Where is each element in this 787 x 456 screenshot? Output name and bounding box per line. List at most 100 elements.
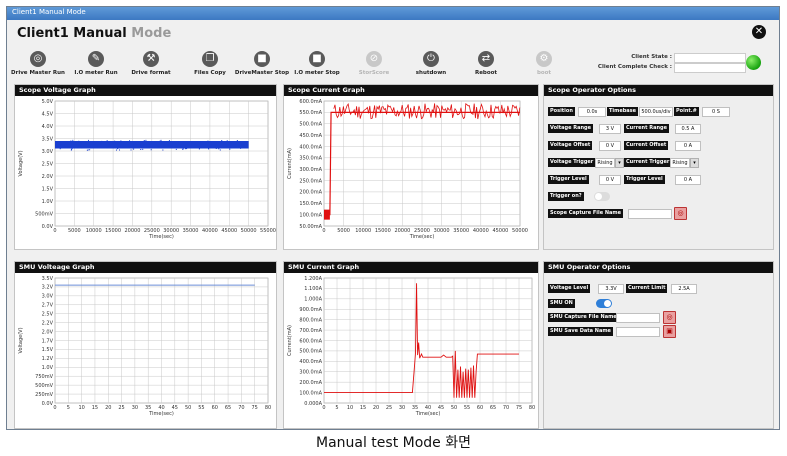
toolbar-button-files-copy[interactable]: ❐ Files Copy: [183, 49, 237, 83]
trigger-on-toggle[interactable]: [594, 192, 610, 201]
save-icon[interactable]: ▣: [663, 325, 676, 338]
y-tick-label: 5.0V: [42, 99, 54, 105]
voltage-point: [168, 140, 170, 142]
x-tick-label: 60: [212, 405, 218, 411]
toolbar-button-boot[interactable]: ⚙ boot: [517, 49, 571, 83]
chevron-down-icon[interactable]: ▾: [615, 158, 624, 168]
voltage-level-field[interactable]: 3.3V: [598, 284, 624, 294]
smu-current-chart: 1.200A 1.100A 1.000A 900.0mA 800.0mA 700.0mA 6…: [287, 276, 535, 417]
voltage-point: [151, 142, 153, 144]
x-tick-label: 15: [360, 405, 366, 411]
y-tick-label: 200.0mA: [299, 380, 322, 386]
voltage-point: [71, 149, 73, 151]
voltage-point: [140, 145, 142, 147]
smu-voltage-chart: 3.5V 3.2V 3.0V 2.7V 2.5V 2.2V 2.0V 1.7V 1.5V 1.2V…: [18, 276, 271, 417]
smu-save-field[interactable]: [616, 327, 660, 337]
camera-icon[interactable]: ◎: [663, 311, 676, 324]
voltage-point: [191, 142, 193, 144]
position-label: Position: [548, 107, 575, 116]
chevron-down-icon[interactable]: ▾: [690, 158, 699, 168]
voltage-point: [108, 143, 110, 145]
trigger-level-2-field[interactable]: 0 A: [675, 175, 701, 185]
voltage-band: [55, 141, 249, 149]
toolbar-button-i-o-meter-stop[interactable]: ■ I.O meter Stop: [290, 49, 344, 83]
voltage-point: [129, 140, 131, 142]
voltage-point: [69, 140, 71, 142]
pencil-icon: ✎: [88, 51, 104, 67]
toolbar-button-shutdown[interactable]: ⏻ shutdown: [404, 49, 458, 83]
client-state-field[interactable]: [674, 53, 746, 63]
voltage-point: [99, 141, 101, 143]
voltage-point: [130, 149, 132, 151]
toolbar-button-drivemaster-stop[interactable]: ■ DriveMaster Stop: [235, 49, 289, 83]
toolbar-button-reboot[interactable]: ⇄ Reboot: [459, 49, 513, 83]
current-range-field[interactable]: 0.5 A: [675, 124, 701, 134]
y-tick-label: 1.2V: [42, 356, 54, 362]
voltage-range-label: Voltage Range: [548, 124, 593, 133]
voltage-point: [140, 144, 142, 146]
voltage-point: [132, 144, 134, 146]
y-tick-label: 0.000A: [304, 401, 322, 407]
voltage-point: [119, 146, 121, 148]
position-field[interactable]: 0.0s: [578, 107, 606, 117]
y-tick-label: 400.0mA: [299, 359, 322, 365]
voltage-range-field[interactable]: 3 V: [599, 124, 621, 134]
toolbar-button-drive-master-run[interactable]: ◎ Drive Master Run: [11, 49, 65, 83]
x-tick-label: 20000: [394, 228, 410, 234]
scope-capture-field[interactable]: [628, 209, 672, 219]
voltage-offset-field[interactable]: 0 V: [599, 141, 621, 151]
voltage-point: [79, 142, 81, 144]
voltage-point: [152, 145, 154, 147]
voltage-point: [141, 147, 143, 149]
y-tick-label: 500.0mA: [299, 122, 322, 128]
x-tick-label: 65: [225, 405, 231, 411]
current-limit-field[interactable]: 2.5A: [671, 284, 697, 294]
y-tick-label: 0.0V: [42, 401, 54, 407]
voltage-point: [171, 145, 173, 147]
client-complete-label: Client Complete Check :: [597, 64, 672, 70]
voltage-point: [160, 139, 162, 141]
voltage-point: [207, 140, 209, 142]
voltage-point: [193, 143, 195, 145]
y-tick-label: 1.200A: [304, 276, 322, 282]
voltage-point: [218, 148, 220, 150]
client-complete-field[interactable]: [674, 63, 746, 73]
smu-on-label: SMU ON: [548, 299, 575, 308]
smu-on-toggle[interactable]: [596, 299, 612, 308]
voltage-trigger-select[interactable]: Rising: [595, 158, 615, 168]
y-tick-label: 400.0mA: [299, 144, 322, 150]
scope-options-title: Scope Operator Options: [544, 85, 773, 96]
smu-capture-field[interactable]: [616, 313, 660, 323]
voltage-point: [182, 141, 184, 143]
smu-voltage-title: SMU Volteage Graph: [15, 262, 276, 273]
voltage-point: [239, 146, 241, 148]
voltage-point: [56, 146, 58, 148]
voltage-point: [210, 145, 212, 147]
camera-icon[interactable]: ◎: [674, 207, 687, 220]
toolbar-button-i-o-meter-run[interactable]: ✎ I.O meter Run: [69, 49, 123, 83]
voltage-level-label: Voltage Level: [548, 284, 591, 293]
x-tick-label: 15000: [105, 228, 121, 234]
voltage-point: [177, 141, 179, 143]
x-tick-label: 45000: [492, 228, 508, 234]
current-trigger-select[interactable]: Rising: [670, 158, 690, 168]
voltage-point: [91, 146, 93, 148]
voltage-trigger-label: Voltage Trigger: [548, 158, 596, 167]
current-offset-field[interactable]: 0 A: [675, 141, 701, 151]
voltage-point: [133, 148, 135, 150]
y-tick-label: 4.5V: [42, 111, 54, 117]
voltage-point: [226, 140, 228, 142]
point-field[interactable]: 0 S: [702, 107, 730, 117]
voltage-point: [198, 148, 200, 150]
timebase-field[interactable]: 500.0us/div: [639, 107, 673, 117]
toolbar-button-drive-format[interactable]: ⚒ Drive format: [124, 49, 178, 83]
smu-options-title: SMU Operator Options: [544, 262, 773, 273]
voltage-point: [150, 149, 152, 151]
y-tick-label: 600.0mA: [299, 99, 322, 105]
close-icon[interactable]: ✕: [752, 25, 766, 39]
voltage-point: [99, 143, 101, 145]
voltage-point: [151, 147, 153, 149]
toolbar-button-storscore[interactable]: ⊘ StorScore: [347, 49, 401, 83]
trigger-level-field[interactable]: 0 V: [599, 175, 621, 185]
x-tick-label: 25: [386, 405, 392, 411]
